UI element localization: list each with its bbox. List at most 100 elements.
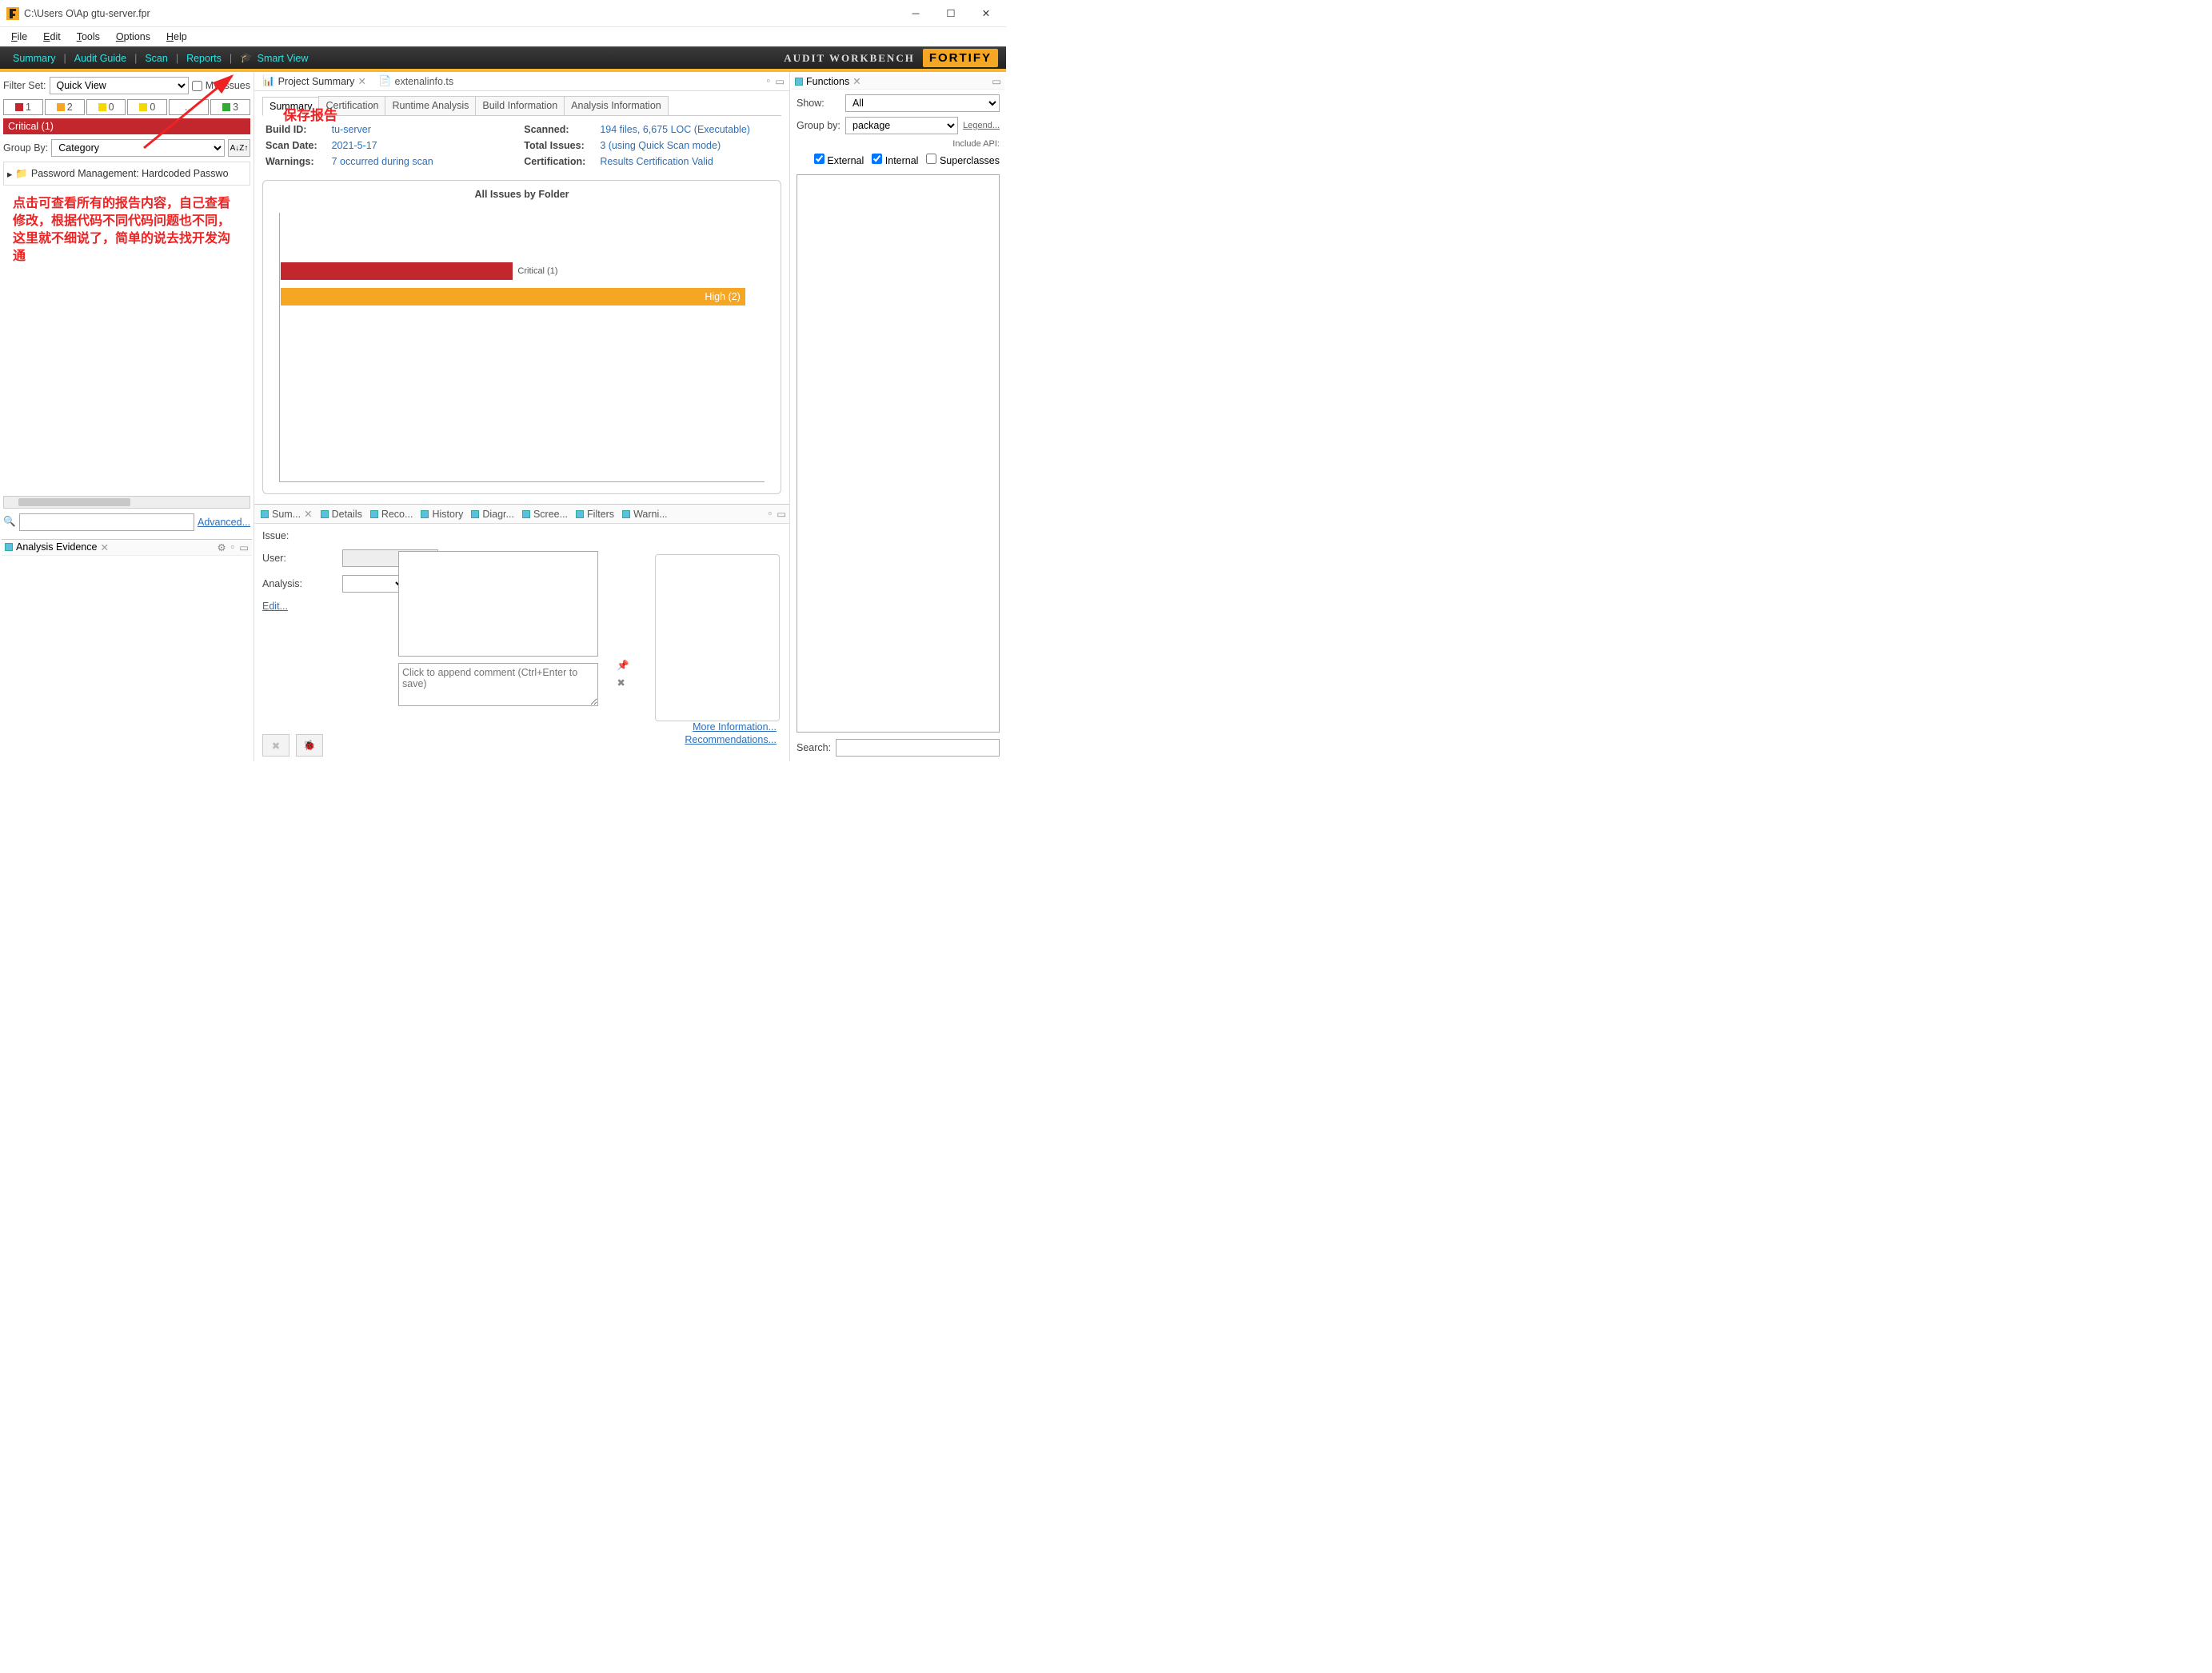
groupby-label: Group By: [3, 142, 48, 154]
sort-button[interactable]: A↓Z↑ [228, 139, 250, 157]
my-issues-label: My Issues [206, 80, 250, 91]
subtab-runtime[interactable]: Runtime Analysis [385, 96, 476, 115]
comment-textarea[interactable] [398, 663, 598, 706]
toolbar-summary[interactable]: Summary [8, 53, 60, 64]
bug-button[interactable]: 🐞 [296, 734, 323, 757]
btab-details[interactable]: Details [317, 507, 365, 521]
right-panel: Functions ✕ ▭ Show: All Group by: packag… [790, 72, 1006, 761]
btab-summary[interactable]: Sum...✕ [258, 506, 316, 521]
grad-icon: 🎓 [240, 52, 253, 64]
func-search-input[interactable] [836, 739, 1000, 757]
bar-high: High (2) [281, 288, 745, 305]
tab-close-icon[interactable]: ✕ [357, 75, 365, 87]
issue-tree[interactable]: ▸ 📁 Password Management: Hardcoded Passw… [3, 162, 250, 186]
analysis-select[interactable] [342, 575, 406, 593]
scan-date-value: 2021-5-17 [332, 140, 510, 151]
sev-high[interactable]: 2 [45, 99, 85, 115]
toolbar: Summary | Audit Guide | Scan | Reports |… [0, 46, 1006, 69]
toolbar-scan[interactable]: Scan [140, 53, 173, 64]
bar-critical-label: Critical (1) [517, 266, 557, 276]
tab-project-summary[interactable]: 📊 Project Summary ✕ [259, 74, 369, 89]
expand-icon[interactable]: ▸ [7, 168, 12, 180]
internal-check[interactable]: Internal [872, 154, 918, 166]
file-icon: 📄 [379, 75, 392, 87]
recommendations-link[interactable]: Recommendations... [685, 734, 777, 745]
minimize-icon[interactable]: ▫ [231, 541, 234, 553]
subtab-certification[interactable]: Certification [318, 96, 385, 115]
func-search-label: Search: [797, 742, 831, 753]
gear-icon[interactable]: ⚙ [218, 541, 226, 553]
func-groupby-select[interactable]: package [845, 117, 958, 134]
pane-maximize-icon[interactable]: ▭ [775, 75, 785, 87]
toolbar-smart-view[interactable]: Smart View [253, 53, 313, 64]
btab-diagram[interactable]: Diagr... [468, 507, 517, 521]
search-input[interactable] [19, 513, 194, 531]
menu-help[interactable]: Help [160, 30, 194, 44]
my-issues-checkbox[interactable] [192, 81, 202, 91]
subtab-analysis[interactable]: Analysis Information [564, 96, 669, 115]
sev-all[interactable]: 3 [210, 99, 250, 115]
toolbar-audit-guide[interactable]: Audit Guide [70, 53, 131, 64]
subtab-build[interactable]: Build Information [475, 96, 565, 115]
btab-filters[interactable]: Filters [573, 507, 617, 521]
external-check[interactable]: External [814, 154, 864, 166]
editor-tabs: 📊 Project Summary ✕ 📄 extenalinfo.ts ▫ ▭ [254, 72, 789, 91]
horizontal-scrollbar[interactable] [3, 496, 250, 509]
tab-icon [576, 510, 584, 518]
functions-close-icon[interactable]: ✕ [852, 75, 860, 87]
build-id-label: Build ID: [266, 124, 317, 135]
groupby-select[interactable]: Category [51, 139, 225, 157]
tab-close-icon[interactable]: ✕ [304, 508, 312, 520]
super-check[interactable]: Superclasses [926, 154, 1000, 166]
show-label: Show: [797, 98, 840, 109]
tab-icon [421, 510, 429, 518]
btab-history[interactable]: History [417, 507, 466, 521]
tab-icon [321, 510, 329, 518]
subtab-summary[interactable]: Summary [262, 97, 319, 116]
notes-textarea[interactable] [398, 551, 598, 657]
more-info-link[interactable]: More Information... [685, 721, 777, 733]
btab-recommendations[interactable]: Reco... [367, 507, 417, 521]
x-axis [279, 481, 765, 482]
btab-screenshot[interactable]: Scree... [519, 507, 571, 521]
btab-warnings[interactable]: Warni... [619, 507, 671, 521]
tab-externalinfo[interactable]: 📄 extenalinfo.ts [376, 74, 457, 89]
menu-options[interactable]: Options [110, 30, 157, 44]
project-summary-panel: Summary Certification Runtime Analysis B… [254, 91, 789, 504]
close-button[interactable]: ✕ [976, 6, 996, 22]
show-select[interactable]: All [845, 94, 1000, 112]
legend-link[interactable]: Legend... [963, 121, 1000, 130]
critical-header[interactable]: Critical (1) [3, 118, 250, 134]
bar-critical [281, 262, 513, 280]
pane-minimize-icon[interactable]: ▫ [767, 75, 770, 87]
pane-minimize-icon[interactable]: ▫ [769, 508, 772, 520]
delete-button[interactable]: ✖ [262, 734, 289, 757]
maximize-button[interactable]: ☐ [940, 6, 961, 22]
pane-maximize-icon[interactable]: ▭ [992, 75, 1001, 87]
menu-tools[interactable]: Tools [70, 30, 106, 44]
info-side-panel [655, 554, 780, 721]
delete-icon[interactable]: ✖ [617, 677, 629, 689]
edit-link[interactable]: Edit... [262, 601, 288, 612]
filter-set-label: Filter Set: [3, 80, 46, 91]
sev-more[interactable]: ... [169, 99, 209, 115]
pane-maximize-icon[interactable]: ▭ [777, 508, 786, 520]
summary-info: Build ID: tu-server Scanned: 194 files, … [262, 124, 781, 175]
minimize-button[interactable]: ─ [905, 6, 926, 22]
func-groupby-label: Group by: [797, 120, 840, 131]
filter-set-select[interactable]: Quick View [50, 77, 189, 94]
menubar: File Edit Tools Options Help [0, 27, 1006, 46]
maximize-icon[interactable]: ▭ [239, 541, 249, 553]
advanced-link[interactable]: Advanced... [198, 517, 250, 528]
menu-edit[interactable]: Edit [37, 30, 67, 44]
issues-chart: All Issues by Folder Critical (1) High (… [262, 180, 781, 494]
functions-list[interactable] [797, 174, 1000, 733]
menu-file[interactable]: File [5, 30, 34, 44]
toolbar-reports[interactable]: Reports [182, 53, 226, 64]
pin-icon[interactable]: 📌 [617, 660, 629, 672]
sev-low[interactable]: 0 [127, 99, 167, 115]
sev-critical[interactable]: 1 [3, 99, 43, 115]
evidence-close-icon[interactable]: ✕ [100, 541, 108, 553]
sev-medium[interactable]: 0 [86, 99, 126, 115]
user-label: User: [262, 553, 334, 564]
